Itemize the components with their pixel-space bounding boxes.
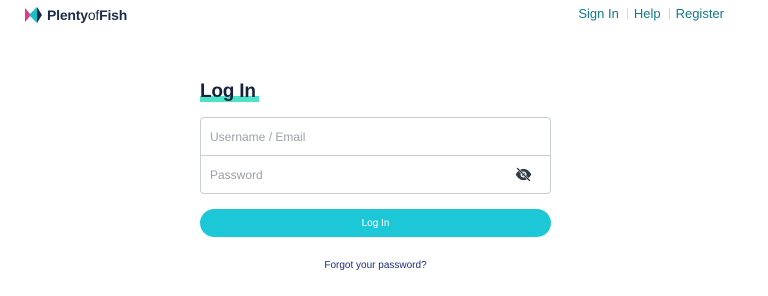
register-link[interactable]: Register (676, 6, 724, 21)
brand-word-of: of (87, 7, 100, 23)
credential-fields (200, 117, 551, 194)
brand-word-fish: Fish (99, 7, 128, 23)
nav-divider (626, 8, 628, 19)
username-field-wrap (201, 118, 550, 156)
brand-logo[interactable]: PlentyofFish (23, 5, 127, 25)
login-title: Log In (200, 81, 256, 102)
sign-in-link[interactable]: Sign In (578, 6, 618, 21)
brand-wordmark: PlentyofFish (47, 7, 127, 23)
username-input[interactable] (201, 118, 490, 155)
nav-divider (668, 8, 670, 19)
eye-off-icon[interactable] (515, 167, 532, 182)
fish-logo-icon (25, 7, 42, 23)
password-input[interactable] (201, 156, 490, 193)
top-nav: Sign In Help Register (578, 6, 724, 21)
login-title-wrap: Log In (200, 80, 259, 104)
password-field-wrap (201, 156, 550, 193)
forgot-password-link[interactable]: Forgot your password? (200, 260, 551, 271)
login-page: PlentyofFish Sign In Help Register Log I… (0, 0, 768, 296)
login-form: Log In Log In Forgot your password? (200, 80, 551, 271)
brand-word-plenty: Plenty (47, 7, 88, 23)
help-link[interactable]: Help (634, 6, 661, 21)
login-button[interactable]: Log In (200, 209, 551, 237)
